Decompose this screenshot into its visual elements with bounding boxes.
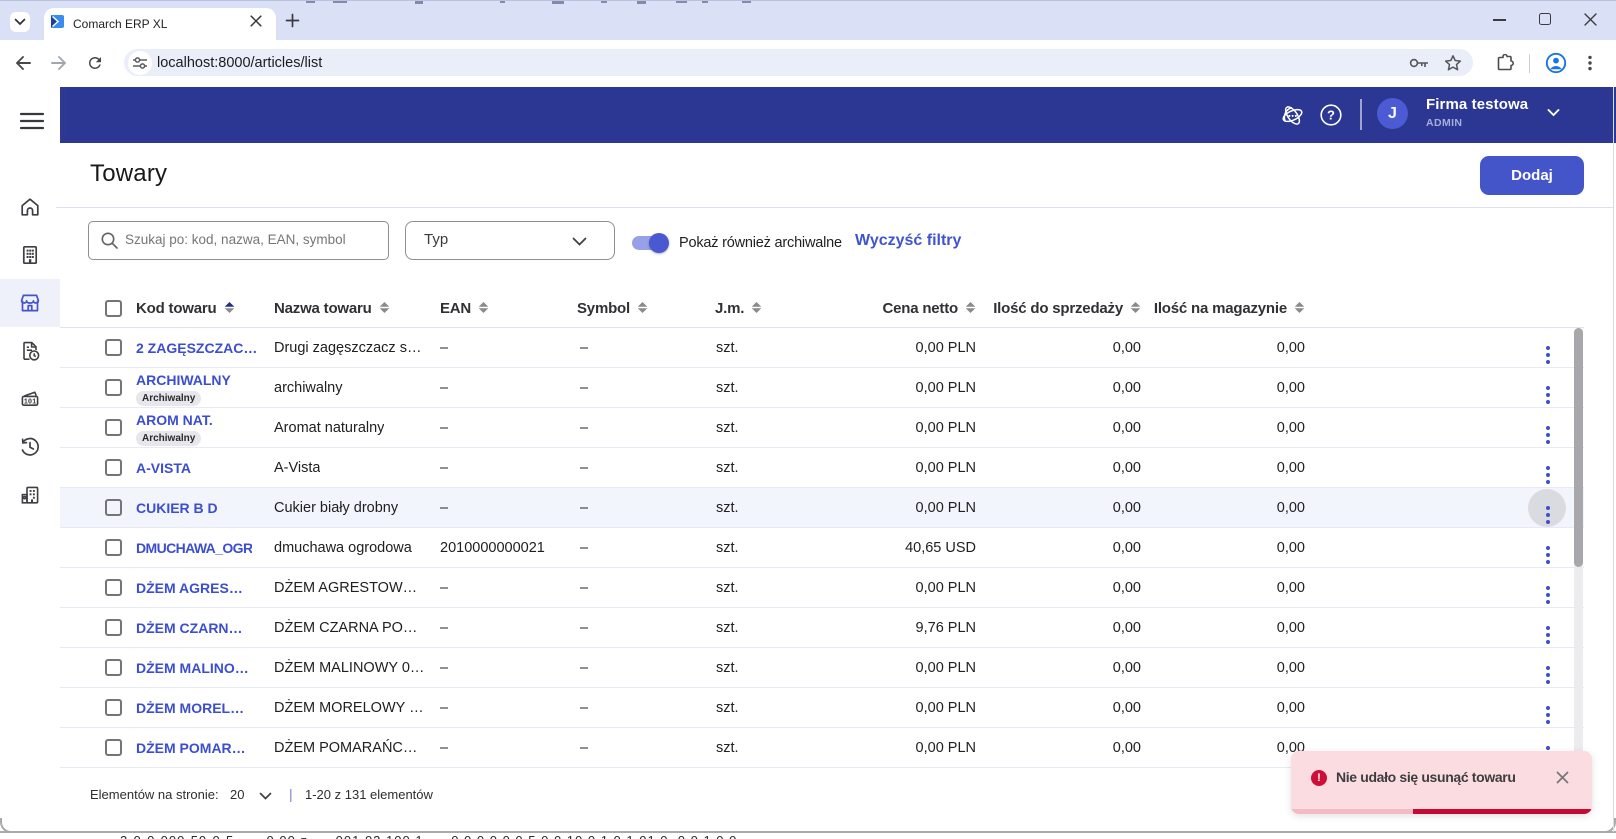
svg-text:?: ?	[1327, 108, 1335, 123]
svg-text:101: 101	[24, 398, 37, 406]
